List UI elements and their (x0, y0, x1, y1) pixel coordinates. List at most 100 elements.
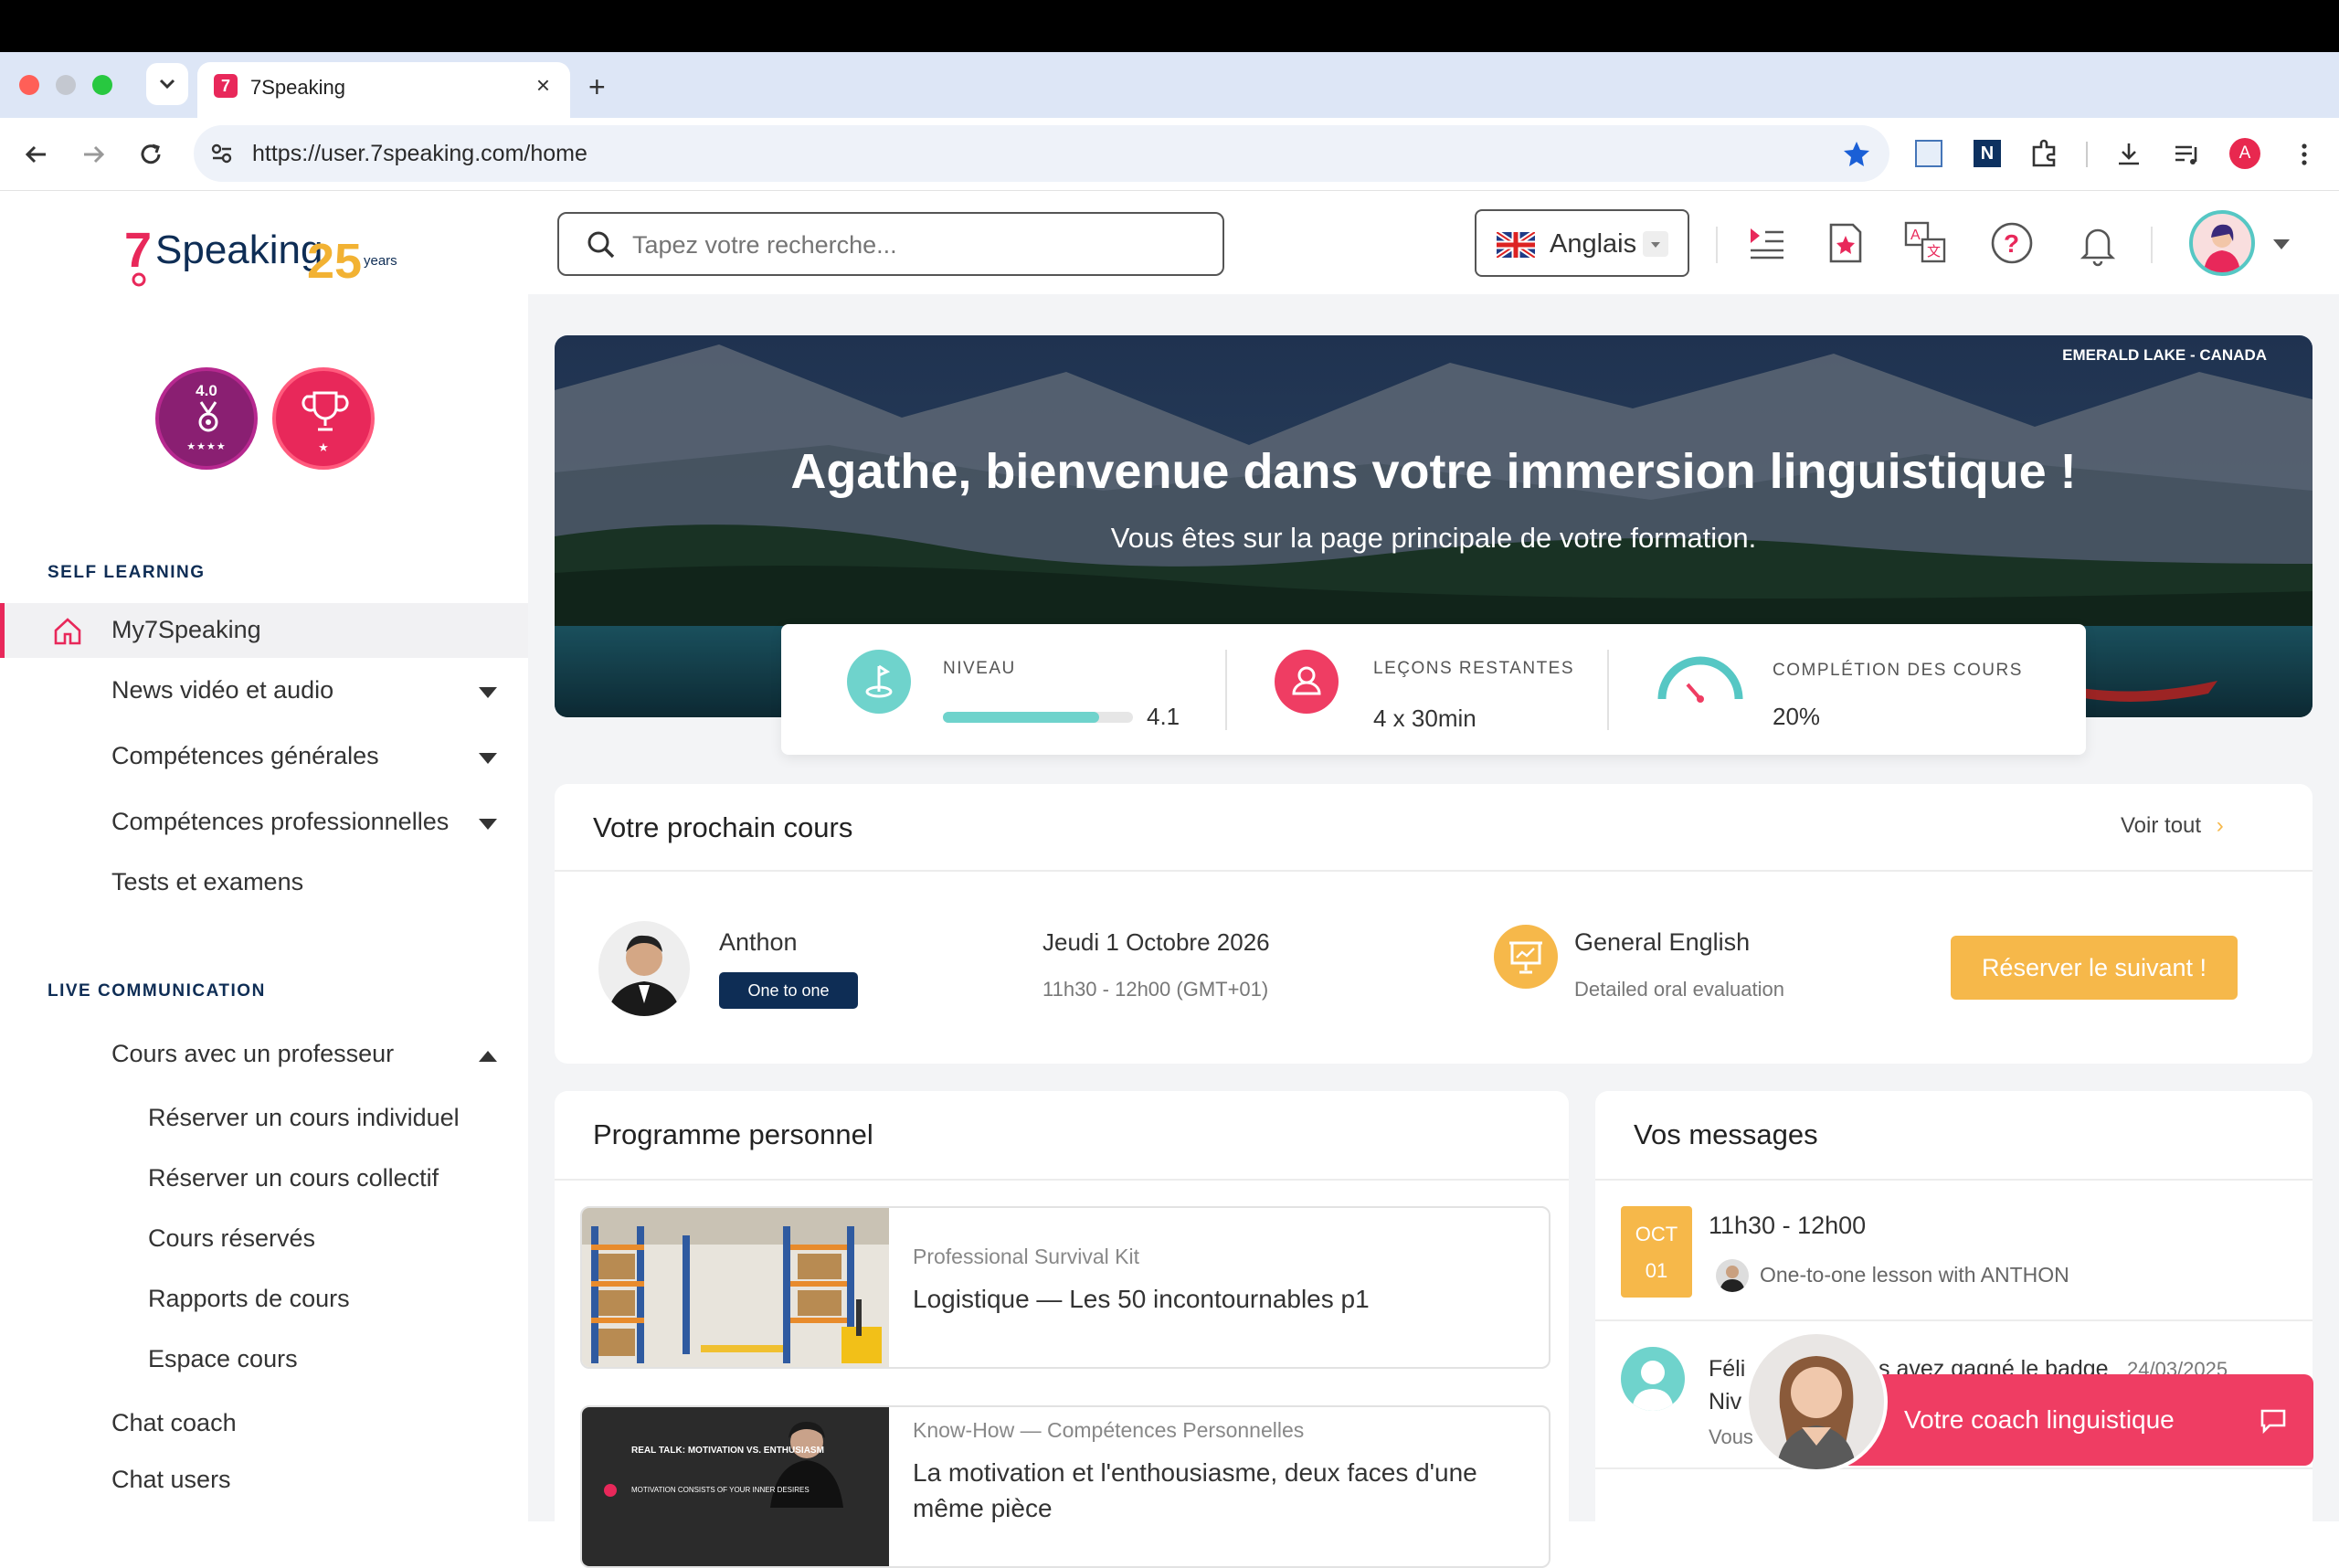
browser-tab[interactable]: 7 7Speaking × (197, 62, 570, 118)
sidebar-item-chat-coach[interactable]: Chat coach (111, 1409, 237, 1437)
sidebar: 4.0 ★★★★ ★ SELF LEARNING My7Speaking New… (0, 294, 528, 1521)
translate-icon[interactable]: A文 (1900, 217, 1952, 269)
medal-icon (198, 401, 218, 432)
help-icon[interactable]: ? (1986, 217, 2037, 269)
tab-title: 7Speaking (250, 76, 345, 99)
teacher-name: Anthon (719, 928, 798, 956)
level-progress-bar (943, 712, 1133, 723)
media-controls-icon[interactable] (2171, 138, 2204, 171)
see-all-link[interactable]: Voir tout › (2121, 813, 2224, 839)
extension-n-icon[interactable]: N (1974, 140, 2001, 167)
completion-gauge-icon (1657, 656, 1743, 703)
message-time: 11h30 - 12h00 (1709, 1212, 1867, 1239)
lessons-value: 4 x 30min (1373, 705, 1476, 732)
user-menu-caret[interactable] (2273, 239, 2290, 249)
message-item[interactable]: OCT 01 11h30 - 12h00 One-to-one lesson w… (1595, 1181, 2313, 1321)
program-title: Programme personnel (593, 1118, 873, 1150)
language-select[interactable]: Anglais (1475, 209, 1689, 277)
sidebar-item-news[interactable]: News vidéo et audio (111, 676, 333, 705)
completion-label: COMPLÉTION DES COURS (1773, 661, 2023, 680)
home-icon (54, 618, 81, 645)
sidebar-item-booked[interactable]: Cours réservés (148, 1224, 315, 1253)
user-silhouette-icon (1632, 1361, 1674, 1411)
level-label: NIVEAU (943, 659, 1016, 678)
hero-title: Agathe, bienvenue dans votre immersion l… (790, 444, 2077, 499)
chevron-down-icon[interactable] (479, 819, 497, 830)
sidebar-item-course-space[interactable]: Espace cours (148, 1345, 298, 1373)
7speaking-25-years-logo[interactable]: 7 Speaking 25 years (124, 219, 417, 292)
minimize-window-button[interactable] (56, 75, 76, 95)
stats-card: NIVEAU 4.1 LEÇONS RESTANTES 4 x 30min CO… (781, 624, 2086, 755)
playlist-icon[interactable] (1741, 217, 1793, 269)
sidebar-item-book-group[interactable]: Réserver un cours collectif (148, 1164, 439, 1192)
course-icon (1494, 925, 1558, 989)
program-item[interactable]: REAL TALK: MOTIVATION VS. ENTHUSIASM MOT… (580, 1405, 1551, 1568)
extensions-puzzle-icon[interactable] (2028, 138, 2061, 171)
trophy-badge[interactable]: ★ (272, 367, 375, 470)
user-avatar[interactable] (2189, 210, 2255, 276)
level-climb-icon (865, 664, 893, 698)
new-tab-button[interactable]: + (588, 70, 606, 104)
level-stat (847, 650, 911, 714)
chevron-up-icon[interactable] (479, 1051, 497, 1062)
svg-text:文: 文 (1927, 244, 1941, 260)
trophy-icon (302, 391, 349, 431)
coach-photo[interactable] (1745, 1330, 1888, 1473)
level-progress-fill (943, 712, 1099, 723)
notification-bell-icon[interactable] (2072, 217, 2123, 269)
browser-menu-icon[interactable] (2288, 138, 2321, 171)
site-settings-icon[interactable] (206, 138, 238, 169)
sidebar-item-book-individual[interactable]: Réserver un cours individuel (148, 1104, 460, 1132)
book-next-button[interactable]: Réserver le suivant ! (1951, 936, 2238, 1000)
warehouse-thumbnail-image (582, 1208, 889, 1367)
coach-widget[interactable]: Votre coach linguistique (1827, 1374, 2313, 1466)
sidebar-item-my7speaking[interactable]: My7Speaking (0, 603, 528, 658)
sidebar-item-tests[interactable]: Tests et examens (111, 868, 303, 896)
url-text: https://user.7speaking.com/home (252, 141, 587, 166)
thumbnail-heading: REAL TALK: MOTIVATION VS. ENTHUSIASM (631, 1446, 824, 1456)
tab-close-icon[interactable]: × (536, 71, 550, 100)
teacher-mini-avatar (1716, 1259, 1749, 1292)
message-sender: Féli (1709, 1356, 1746, 1382)
app-header: 7 Speaking 25 years Anglais A文 ? (0, 192, 2339, 294)
svg-text:?: ? (2004, 229, 2019, 258)
forward-arrow-icon[interactable] (75, 136, 111, 173)
maximize-window-button[interactable] (92, 75, 112, 95)
sidebar-item-professional-skills[interactable]: Compétences professionnelles (111, 808, 449, 836)
chevron-right-icon: › (2216, 813, 2224, 838)
motivation-video-thumbnail: REAL TALK: MOTIVATION VS. ENTHUSIASM MOT… (582, 1407, 889, 1566)
level-badge[interactable]: 4.0 ★★★★ (155, 367, 258, 470)
personal-program-card: Programme personnel Professional Surviva… (555, 1091, 1569, 1568)
back-arrow-icon[interactable] (18, 136, 55, 173)
search-box[interactable] (557, 212, 1224, 276)
close-window-button[interactable] (19, 75, 39, 95)
chevron-down-icon (159, 79, 175, 90)
user-avatar-illustration-icon (2204, 224, 2240, 272)
download-icon[interactable] (2112, 138, 2145, 171)
message-text: One-to-one lesson with ANTHON (1760, 1263, 2069, 1287)
sidebar-item-chat-users[interactable]: Chat users (111, 1466, 231, 1494)
program-item[interactable]: Professional Survival Kit Logistique — L… (580, 1206, 1551, 1369)
thumbnail-pink-dot (604, 1484, 617, 1497)
extension-s-icon[interactable] (1915, 140, 1942, 167)
thumbnail-caption: MOTIVATION CONSISTS OF YOUR INNER DESIRE… (631, 1486, 810, 1494)
program-item-title: La motivation et l'enthousiasme, deux fa… (913, 1458, 1477, 1522)
trophy-star: ★ (318, 440, 329, 454)
program-item-title: Logistique — Les 50 incontournables p1 (913, 1285, 1370, 1313)
sidebar-item-reports[interactable]: Rapports de cours (148, 1285, 350, 1313)
address-bar[interactable]: https://user.7speaking.com/home (194, 125, 1889, 182)
sidebar-item-teacher-courses[interactable]: Cours avec un professeur (111, 1040, 394, 1068)
search-input[interactable] (632, 228, 1180, 261)
date-month: OCT (1635, 1223, 1678, 1245)
messages-card: Vos messages OCT 01 11h30 - 12h00 One-to… (1595, 1091, 2313, 1548)
reload-icon[interactable] (132, 136, 169, 173)
chevron-down-icon[interactable] (479, 753, 497, 764)
chevron-down-icon[interactable] (479, 687, 497, 698)
tab-search-button[interactable] (146, 63, 188, 105)
profile-avatar[interactable]: A (2229, 138, 2260, 169)
person-icon (1292, 666, 1321, 695)
favorites-icon[interactable] (1820, 217, 1871, 269)
bookmark-star-icon[interactable] (1842, 139, 1871, 168)
sidebar-item-general-skills[interactable]: Compétences générales (111, 742, 379, 770)
course-name: General English (1574, 928, 1751, 956)
